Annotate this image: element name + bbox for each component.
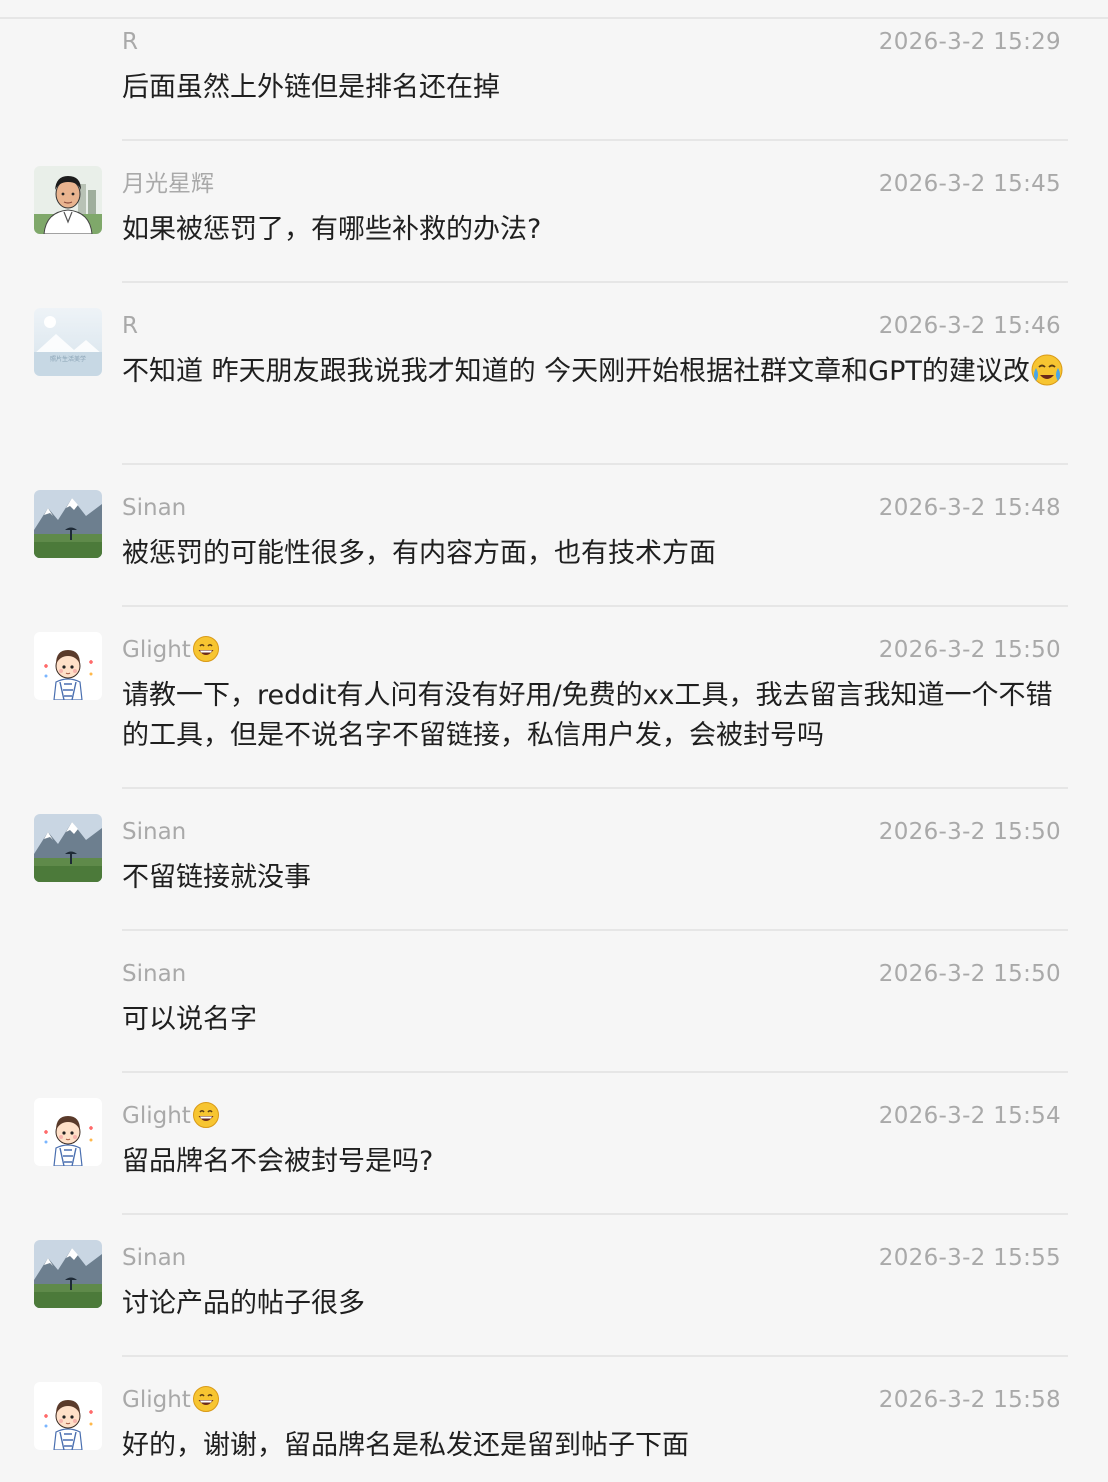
message-divider [122,787,1068,789]
sender-name-text: Glight [122,637,191,663]
message-timestamp: 2026-3-2 15:58 [878,1387,1061,1413]
message-timestamp: 2026-3-2 15:55 [878,1245,1061,1271]
sender-name[interactable]: R [122,27,138,57]
message-text: 讨论产品的帖子很多 [122,1288,365,1319]
message-timestamp: 2026-3-2 15:48 [878,495,1061,521]
message-text: 留品牌名不会被封号是吗? [122,1146,434,1177]
message-text: 不知道 昨天朋友跟我说我才知道的 今天刚开始根据社群文章和GPT的建议改 [122,352,1067,392]
message-divider [122,605,1068,607]
cartoon-boy-avatar[interactable] [34,1382,102,1450]
message-divider [122,1213,1068,1215]
message-timestamp: 2026-3-2 15:45 [878,171,1061,197]
message-text: 请教一下，reddit有人问有没有好用/免费的xx工具，我去留言我知道一个不错的… [122,680,1053,751]
sender-name[interactable]: Sinan [122,493,186,523]
cartoon-boy-avatar[interactable] [34,632,102,700]
grinning-face-icon [192,635,220,663]
message-divider [122,1355,1068,1357]
message-timestamp: 2026-3-2 15:50 [878,637,1061,663]
top-divider [0,17,1108,19]
message-timestamp: 2026-3-2 15:29 [878,29,1061,55]
message-divider [122,463,1068,465]
placeholder-image-avatar[interactable]: 照片生活美学 [34,308,102,376]
message-text: 被惩罚的可能性很多，有内容方面，也有技术方面 [122,538,716,569]
sender-name-text: Glight [122,1103,191,1129]
message-divider [122,1071,1068,1073]
avatar-caption: 照片生活美学 [50,355,86,363]
crying-face-icon [1030,353,1064,387]
message-text: 可以说名字 [122,1004,257,1035]
sender-name[interactable]: Glight [122,1385,220,1415]
message-timestamp: 2026-3-2 15:50 [878,961,1061,987]
man-portrait-avatar[interactable] [34,166,102,234]
message-text: 不留链接就没事 [122,862,311,893]
message-timestamp: 2026-3-2 15:46 [878,313,1061,339]
sender-name[interactable]: Glight [122,635,220,665]
message-text: 如果被惩罚了，有哪些补救的办法? [122,214,542,245]
message-text-content: 不知道 昨天朋友跟我说我才知道的 今天刚开始根据社群文章和GPT的建议改 [122,356,1030,387]
sender-name-text: Glight [122,1387,191,1413]
message-timestamp: 2026-3-2 15:54 [878,1103,1061,1129]
sender-name[interactable]: 月光星辉 [122,169,214,199]
sender-name[interactable]: Glight [122,1101,220,1131]
mountain-landscape-avatar[interactable] [34,814,102,882]
cartoon-boy-avatar[interactable] [34,1098,102,1166]
message-divider [122,139,1068,141]
mountain-landscape-avatar[interactable] [34,1240,102,1308]
message-divider [122,281,1068,283]
message-text: 好的，谢谢，留品牌名是私发还是留到帖子下面 [122,1430,689,1461]
sender-name[interactable]: Sinan [122,817,186,847]
sender-name[interactable]: R [122,311,138,341]
sender-name[interactable]: Sinan [122,959,186,989]
mountain-landscape-avatar[interactable] [34,490,102,558]
grinning-face-icon [192,1101,220,1129]
message-text: 后面虽然上外链但是排名还在掉 [122,72,500,103]
sender-name[interactable]: Sinan [122,1243,186,1273]
message-timestamp: 2026-3-2 15:50 [878,819,1061,845]
message-divider [122,929,1068,931]
grinning-face-icon [192,1385,220,1413]
